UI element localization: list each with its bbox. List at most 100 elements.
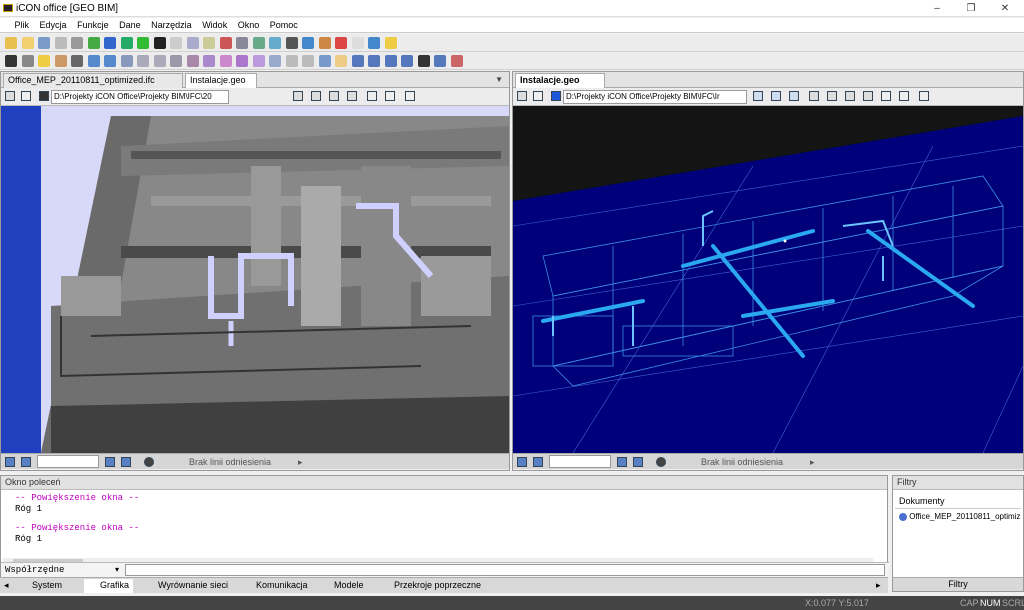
zoom-in-icon[interactable] — [293, 91, 303, 101]
text-icon[interactable] — [302, 55, 315, 67]
arc-icon[interactable] — [137, 55, 150, 67]
save-icon[interactable] — [38, 37, 51, 49]
tabs-left-arrow-icon[interactable]: ◂ — [4, 580, 9, 591]
settings-gear-icon[interactable] — [656, 457, 666, 467]
tangent-icon[interactable] — [401, 55, 414, 67]
menu-edycja[interactable]: Edycja — [36, 18, 71, 30]
rotate-view-icon[interactable] — [405, 91, 415, 101]
snap-icon[interactable] — [351, 55, 364, 67]
tab-modele[interactable]: Modele — [318, 579, 368, 593]
nav-next-icon[interactable] — [617, 457, 627, 467]
image-icon[interactable] — [318, 37, 331, 49]
delete-icon[interactable] — [219, 37, 232, 49]
arrow-right-small-icon[interactable]: ▸ — [298, 457, 303, 468]
settings-gear-icon[interactable] — [144, 457, 154, 467]
zoom-all-icon[interactable] — [347, 91, 357, 101]
close-button[interactable]: ✕ — [990, 0, 1020, 17]
printer-setup-icon[interactable] — [71, 37, 84, 49]
coordinate-dropdown-icon[interactable]: ▾ — [115, 565, 119, 574]
rotate-view-icon[interactable] — [919, 91, 929, 101]
network-icon[interactable] — [120, 37, 133, 49]
menu-funkcje[interactable]: Funkcje — [73, 18, 113, 30]
view-icon[interactable] — [517, 91, 527, 101]
axis-z-icon[interactable] — [771, 91, 781, 101]
menu-widok[interactable]: Widok — [198, 18, 231, 30]
filter-icon[interactable] — [450, 55, 463, 67]
pan-view-icon[interactable] — [21, 91, 31, 101]
color-icon[interactable] — [434, 55, 447, 67]
tab-przekroje-poprzeczne[interactable]: Przekroje poprzeczne — [378, 579, 485, 593]
new-file-icon[interactable] — [5, 37, 17, 49]
icon-logo-icon[interactable] — [153, 37, 166, 49]
pan-view-icon[interactable] — [533, 91, 543, 101]
pencil-icon[interactable] — [54, 55, 67, 67]
arrow-right-small-icon[interactable]: ▸ — [810, 457, 815, 468]
tab-menu-chevron-icon[interactable]: ▼ — [495, 75, 503, 84]
mirror-icon[interactable] — [236, 55, 249, 67]
open-folder-icon[interactable] — [21, 37, 34, 49]
menu-plik[interactable]: Plik — [11, 18, 34, 30]
nav-first-icon[interactable] — [517, 457, 527, 467]
perpendicular-icon[interactable] — [384, 55, 397, 67]
3d-box-icon[interactable] — [899, 91, 909, 101]
menu-narzedzia[interactable]: Narzędzia — [147, 18, 196, 30]
scale-icon[interactable] — [252, 55, 265, 67]
layer-icon[interactable] — [417, 55, 430, 67]
minimize-button[interactable]: – — [922, 0, 952, 17]
measure-icon[interactable] — [285, 55, 298, 67]
refresh-icon[interactable] — [87, 37, 100, 49]
grid-icon[interactable] — [170, 55, 183, 67]
point-icon[interactable] — [87, 55, 100, 67]
left-path-field[interactable]: D:\Projekty iCON Office\Projekty BIM\IFC… — [51, 90, 229, 104]
blank-tool-icon[interactable] — [170, 37, 183, 49]
layer-black-icon[interactable] — [39, 91, 49, 101]
zoom-icon[interactable] — [5, 55, 17, 67]
menu-dane[interactable]: Dane — [115, 18, 145, 30]
properties-icon[interactable] — [236, 37, 249, 49]
cursor-icon[interactable] — [71, 55, 84, 67]
intersect-icon[interactable] — [368, 55, 381, 67]
erase-icon[interactable] — [881, 91, 891, 101]
right-3d-viewport[interactable] — [513, 106, 1023, 453]
chart-icon[interactable] — [335, 37, 348, 49]
nav-prev-icon[interactable] — [533, 457, 543, 467]
zoom-in-icon[interactable] — [809, 91, 819, 101]
shape-icon[interactable] — [203, 55, 216, 67]
polyline-icon[interactable] — [120, 55, 133, 67]
nav-next-icon[interactable] — [105, 457, 115, 467]
rotate-icon[interactable] — [219, 55, 232, 67]
tab-instalacje-left[interactable]: Instalacje.geo — [185, 73, 257, 88]
erase-icon[interactable] — [367, 91, 377, 101]
3d-box-icon[interactable] — [385, 91, 395, 101]
calendar-icon[interactable] — [351, 37, 364, 49]
curve-icon[interactable] — [153, 55, 166, 67]
tag-icon[interactable] — [285, 37, 298, 49]
tab-office-mep-ifc[interactable]: Office_MEP_20110811_optimized.ifc — [3, 73, 183, 88]
database-icon[interactable] — [104, 37, 117, 49]
filters-tab[interactable]: Filtry — [893, 577, 1023, 591]
select-icon[interactable] — [38, 55, 51, 67]
menu-okno[interactable]: Okno — [234, 18, 264, 30]
axis-x-icon[interactable] — [753, 91, 763, 101]
view-icon[interactable] — [5, 91, 15, 101]
maximize-button[interactable]: ❐ — [956, 0, 986, 17]
tab-komunikacja[interactable]: Komunikacja — [240, 579, 312, 593]
hatch-icon[interactable] — [335, 55, 348, 67]
tab-system[interactable]: System — [16, 579, 66, 593]
arrow-right-icon[interactable] — [252, 37, 265, 49]
tab-instalacje-right[interactable]: Instalacje.geo — [515, 73, 605, 88]
coordinate-input[interactable] — [125, 564, 885, 576]
list-icon[interactable] — [269, 37, 282, 49]
copy-icon[interactable] — [186, 37, 199, 49]
trim-icon[interactable] — [269, 55, 282, 67]
polygon-icon[interactable] — [186, 55, 199, 67]
right-path-field[interactable]: D:\Projekty iCON Office\Projekty BIM\IFC… — [563, 90, 747, 104]
nav-first-icon[interactable] — [5, 457, 15, 467]
nav-last-icon[interactable] — [633, 457, 643, 467]
nav-last-icon[interactable] — [121, 457, 131, 467]
tabs-right-arrow-icon[interactable]: ▸ — [876, 580, 881, 591]
sync-icon[interactable] — [137, 37, 150, 49]
layer-blue-icon[interactable] — [551, 91, 561, 101]
zoom-out-icon[interactable] — [329, 91, 339, 101]
zoom-all-icon[interactable] — [863, 91, 873, 101]
